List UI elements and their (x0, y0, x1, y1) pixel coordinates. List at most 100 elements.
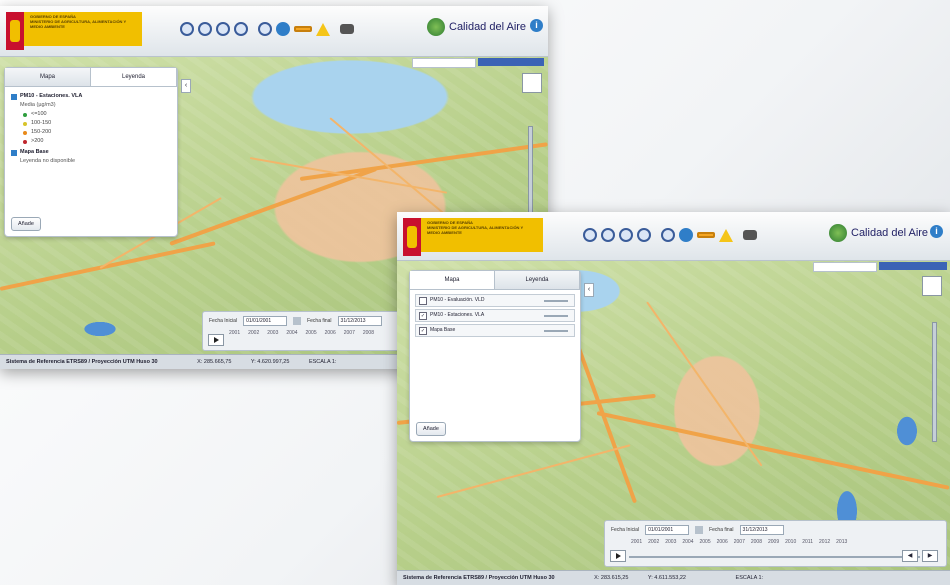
opacity-slider[interactable] (544, 299, 568, 302)
date-to-label: Fecha final (307, 318, 332, 324)
info-icon[interactable]: i (530, 19, 543, 32)
date-from-input[interactable]: 01/01/2001 (645, 525, 690, 535)
local-road (436, 444, 631, 498)
tab-leyenda[interactable]: Leyenda (495, 271, 580, 289)
time-slider-track[interactable] (629, 556, 920, 558)
search-input[interactable] (813, 262, 877, 272)
zoom-extent-icon[interactable] (234, 22, 248, 36)
scale-text: ESCALA 1: (735, 575, 764, 581)
zoom-out-icon[interactable] (619, 228, 633, 242)
panel-tabs: Mapa Leyenda (410, 271, 580, 290)
info-query-icon[interactable] (679, 228, 693, 242)
collapse-panel-button[interactable]: ‹ (584, 283, 594, 297)
step-forward-button[interactable]: ▶ (922, 550, 938, 562)
side-panel: Mapa Leyenda PM10 - Evaluación. VLD ✓ PM1… (409, 270, 581, 442)
year-tick: 2007 (343, 330, 355, 336)
tab-leyenda[interactable]: Leyenda (91, 68, 177, 86)
search-input[interactable] (412, 58, 476, 68)
play-button[interactable] (208, 334, 224, 346)
brand-text: Calidad del Aire (851, 227, 929, 239)
legend-layer-title: Mapa Base (11, 148, 171, 157)
measure-icon[interactable] (697, 232, 715, 238)
tab-mapa[interactable]: Mapa (5, 68, 91, 86)
app-brand: Calidad del Aire (829, 224, 928, 242)
reference-system-text: Sistema de Referencia ETRS89 / Proyecció… (403, 575, 555, 581)
zoom-in-icon[interactable] (198, 22, 212, 36)
map-tools (583, 228, 757, 242)
brand-text: Calidad del Aire (449, 21, 527, 33)
highway-road (596, 411, 950, 490)
add-layer-button[interactable]: Añade (416, 422, 446, 436)
year-tick: 2005 (305, 330, 317, 336)
add-layer-button[interactable]: Añade (11, 217, 41, 231)
overview-map-icon[interactable] (522, 73, 542, 93)
government-logo: GOBIERNO DE ESPAÑA MINISTERIO DE AGRICUL… (6, 12, 142, 50)
year-tick: 2003 (665, 539, 677, 545)
binoculars-icon[interactable] (743, 230, 757, 240)
calendar-icon[interactable] (293, 317, 302, 325)
zoom-box-icon[interactable] (180, 22, 194, 36)
layer-checkbox[interactable]: ✓ (419, 326, 427, 335)
top-toolbar: GOBIERNO DE ESPAÑA MINISTERIO DE AGRICUL… (0, 6, 548, 57)
zoom-in-icon[interactable] (601, 228, 615, 242)
search-button[interactable] (879, 262, 947, 270)
calendar-icon[interactable] (695, 526, 704, 534)
legend-dot (23, 121, 27, 126)
legend-item: <=100 (11, 110, 171, 119)
year-tick: 2006 (324, 330, 336, 336)
date-from-input[interactable]: 01/01/2001 (243, 316, 288, 326)
binoculars-icon[interactable] (340, 24, 354, 34)
layer-checkbox[interactable]: ✓ (419, 311, 427, 320)
layer-row[interactable]: ✓ PM10 - Estaciones. VLA (415, 309, 575, 322)
year-tick: 2008 (362, 330, 374, 336)
collapse-panel-button[interactable]: ‹ (181, 79, 191, 93)
status-bar: Sistema de Referencia ETRS89 / Proyecció… (397, 570, 950, 585)
year-tick: 2008 (750, 539, 762, 545)
map-tools (180, 22, 354, 36)
y-coordinate: Y: 4.620.997,25 (250, 359, 290, 365)
step-back-button[interactable]: ◀ (902, 550, 918, 562)
layer-checkbox[interactable] (419, 296, 427, 305)
app-brand: Calidad del Aire (427, 18, 526, 36)
year-tick: 2010 (785, 539, 797, 545)
coat-of-arms-icon (403, 218, 421, 256)
x-coordinate: X: 283.615,25 (594, 575, 629, 581)
local-road (329, 117, 446, 216)
layer-row[interactable]: PM10 - Evaluación. VLD (415, 294, 575, 307)
map-viewer-window-front: GOBIERNO DE ESPAÑA MINISTERIO DE AGRICUL… (397, 212, 950, 585)
pan-icon[interactable] (661, 228, 675, 242)
opacity-slider[interactable] (544, 314, 568, 317)
gov-line: MINISTERIO DE AGRICULTURA, ALIMENTACIÓN … (427, 225, 524, 235)
layer-list: PM10 - Evaluación. VLD ✓ PM10 - Estacione… (410, 290, 580, 343)
pan-icon[interactable] (258, 22, 272, 36)
zoom-extent-icon[interactable] (637, 228, 651, 242)
tab-mapa[interactable]: Mapa (410, 271, 495, 289)
leaf-logo-icon (829, 224, 847, 242)
year-tick: 2013 (836, 539, 848, 545)
favorites-star-icon[interactable] (316, 22, 330, 36)
search-button[interactable] (478, 58, 544, 66)
zoom-slider[interactable] (932, 322, 937, 442)
legend-content: PM10 - Estaciones. VLA Media (µg/m3) <=1… (5, 87, 177, 171)
date-to-input[interactable]: 31/12/2013 (739, 525, 784, 535)
gov-line: MINISTERIO DE AGRICULTURA, ALIMENTACIÓN … (30, 19, 127, 29)
layer-icon (11, 149, 17, 156)
info-icon[interactable]: i (930, 225, 943, 238)
overview-map-icon[interactable] (922, 276, 942, 296)
zoom-out-icon[interactable] (216, 22, 230, 36)
year-ticks: 2001 2002 2003 2004 2005 2006 2007 2008 … (605, 539, 946, 545)
layer-row[interactable]: ✓ Mapa Base (415, 324, 575, 337)
legend-dot (23, 139, 27, 144)
measure-icon[interactable] (294, 26, 312, 32)
date-to-input[interactable]: 31/12/2013 (337, 316, 382, 326)
zoom-box-icon[interactable] (583, 228, 597, 242)
year-tick: 2003 (267, 330, 279, 336)
highway-road (299, 142, 548, 181)
legend-layer-title: PM10 - Estaciones. VLA (11, 92, 171, 101)
play-button[interactable] (610, 550, 626, 562)
favorites-star-icon[interactable] (719, 228, 733, 242)
legend-item: 150-200 (11, 128, 171, 137)
info-query-icon[interactable] (276, 22, 290, 36)
layer-icon (11, 93, 17, 100)
opacity-slider[interactable] (544, 329, 568, 332)
